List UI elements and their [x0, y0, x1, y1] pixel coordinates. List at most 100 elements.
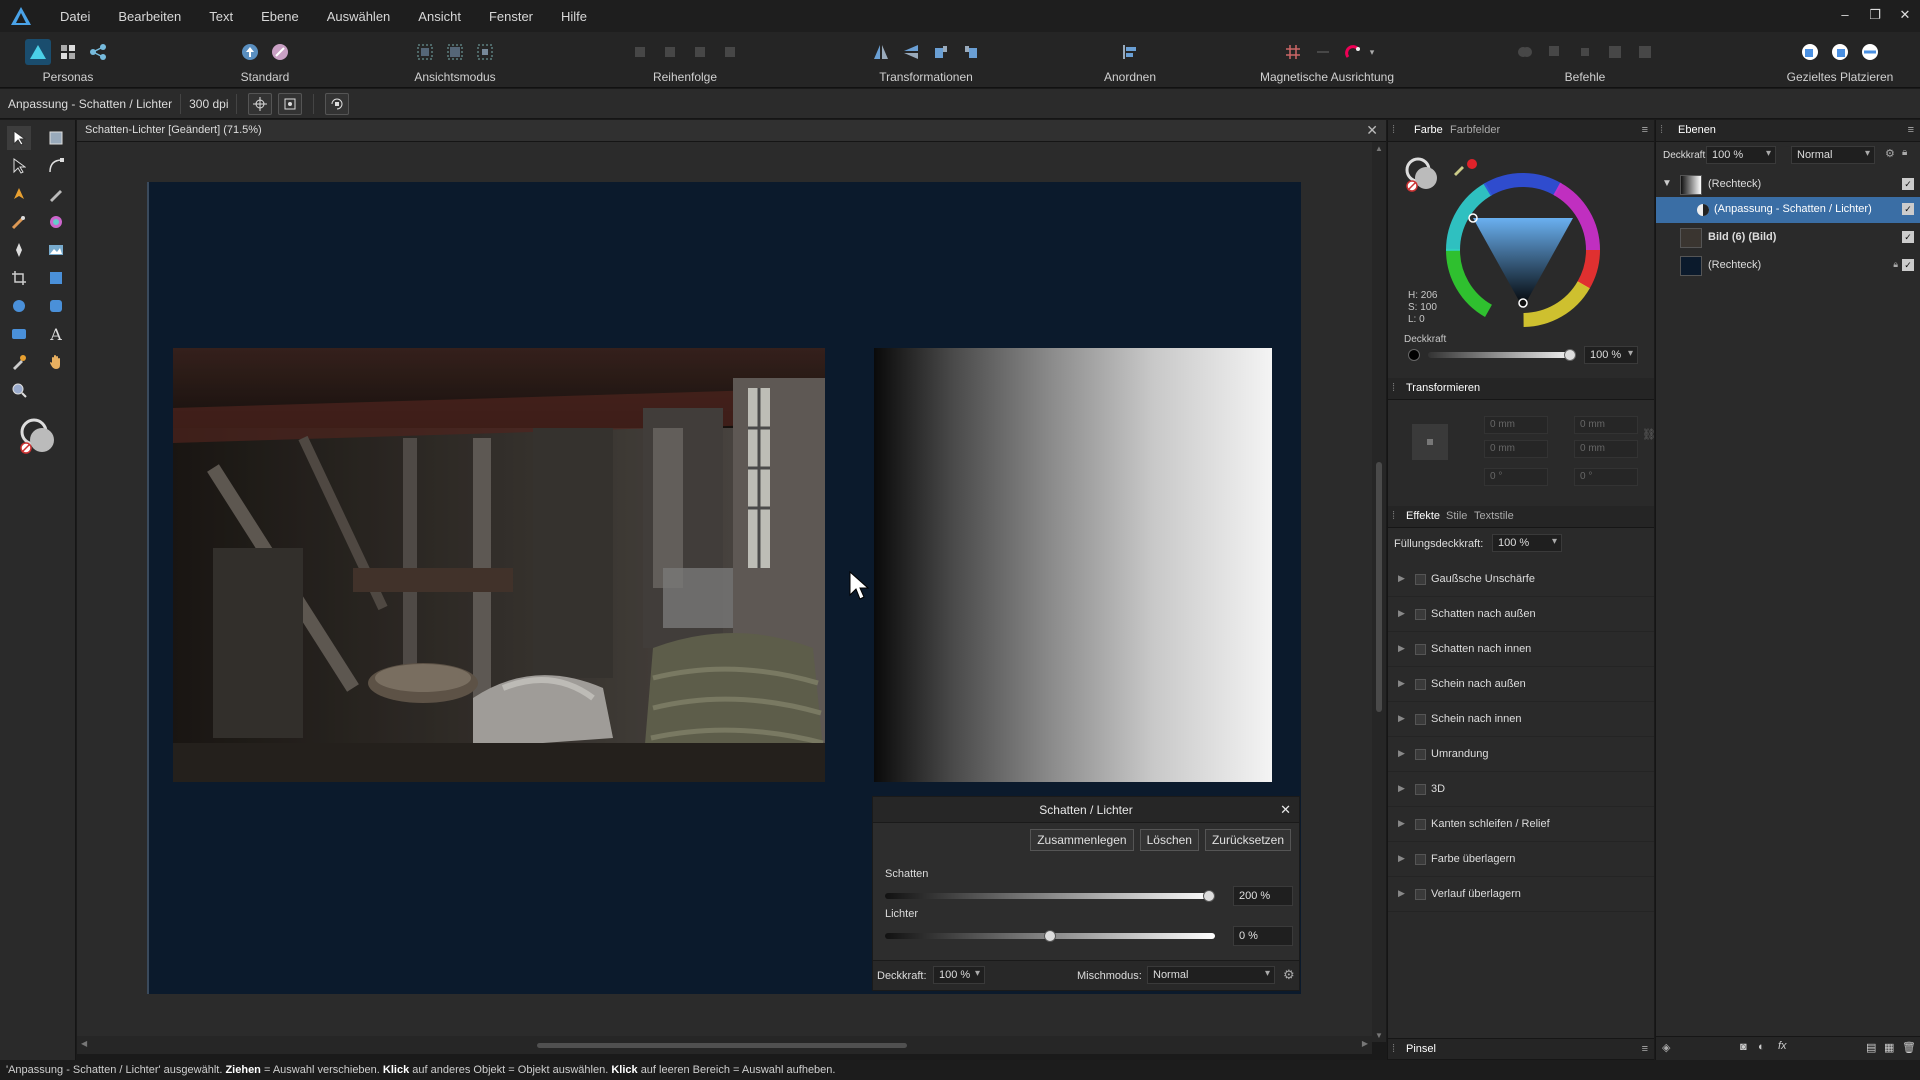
flip-vertical-icon[interactable]	[898, 39, 924, 65]
mill-interior-photo[interactable]	[173, 348, 825, 782]
merge-button[interactable]: Zusammenlegen	[1030, 829, 1134, 851]
boolean-divide-icon[interactable]	[1632, 39, 1658, 65]
menu-text[interactable]: Text	[195, 9, 247, 24]
place-image-tool-icon[interactable]	[44, 238, 68, 262]
effect-inner-shadow[interactable]: ▶ Schatten nach innen	[1388, 632, 1654, 667]
layer-visibility-checkbox[interactable]: ✓	[1902, 178, 1914, 190]
rounded-rectangle-tool-icon[interactable]	[44, 294, 68, 318]
scroll-right-icon[interactable]: ▶	[1362, 1039, 1368, 1048]
crop-tool-icon[interactable]	[7, 266, 31, 290]
layer-row[interactable]: (Rechteck) 🔒︎ ✓	[1656, 253, 1920, 279]
dialog-header[interactable]: Schatten / Lichter ✕	[873, 797, 1299, 823]
vertical-scroll-thumb[interactable]	[1376, 462, 1382, 712]
layers-panel-menu-icon[interactable]: ≡	[1908, 124, 1914, 136]
insert-top-icon[interactable]	[1857, 39, 1883, 65]
view-mode-clip-icon[interactable]	[472, 39, 498, 65]
effect-inner-glow[interactable]: ▶ Schein nach innen	[1388, 702, 1654, 737]
shadows-value-field[interactable]: 200 %	[1233, 886, 1293, 906]
effect-checkbox[interactable]	[1415, 819, 1426, 830]
color-opacity-slider[interactable]	[1428, 352, 1568, 358]
layer-visibility-checkbox[interactable]: ✓	[1902, 231, 1914, 243]
panel-grip-icon[interactable]: ⁞	[1392, 382, 1395, 394]
layer-lock-icon[interactable]: 🔒︎	[1902, 147, 1907, 158]
rectangle-tool-icon[interactable]	[44, 266, 68, 290]
anchor-point-icon[interactable]	[1410, 422, 1450, 462]
back-one-icon[interactable]	[627, 39, 653, 65]
boolean-add-icon[interactable]	[1512, 39, 1538, 65]
flip-horizontal-icon[interactable]	[868, 39, 894, 65]
color-wheel[interactable]	[1443, 170, 1603, 330]
effect-checkbox[interactable]	[1415, 574, 1426, 585]
snapping-options-icon[interactable]	[1310, 39, 1336, 65]
effect-color-overlay[interactable]: ▶ Farbe überlagern	[1388, 842, 1654, 877]
fill-opacity-field[interactable]: 100 %	[1492, 534, 1562, 552]
transform-w-field[interactable]: 0 mm	[1574, 416, 1638, 434]
delete-layer-icon[interactable]: 🗑︎	[1902, 1041, 1916, 1054]
menu-datei[interactable]: Datei	[46, 9, 104, 24]
vertical-scrollbar[interactable]: ▲ ▼	[1372, 142, 1386, 1042]
effect-checkbox[interactable]	[1415, 784, 1426, 795]
tab-swatches[interactable]: Farbfelder	[1450, 124, 1500, 136]
tab-effects[interactable]: Effekte	[1406, 510, 1440, 522]
view-mode-bleed-icon[interactable]	[442, 39, 468, 65]
move-origin-icon[interactable]	[248, 92, 273, 115]
text-tool-icon[interactable]: A	[44, 322, 68, 346]
color-picker-tool-icon[interactable]	[7, 350, 31, 374]
boolean-intersect-icon[interactable]	[1572, 39, 1598, 65]
color-swatch-black[interactable]	[1408, 349, 1420, 361]
blend-mode-select[interactable]: Normal	[1147, 966, 1275, 984]
transform-shear-field[interactable]: 0 °	[1574, 468, 1638, 486]
rotate-left-icon[interactable]	[928, 39, 954, 65]
move-tool-icon[interactable]	[7, 126, 31, 150]
menu-bearbeiten[interactable]: Bearbeiten	[104, 9, 195, 24]
fx-icon[interactable]: fx	[1778, 1040, 1787, 1052]
effect-checkbox[interactable]	[1415, 644, 1426, 655]
menu-fenster[interactable]: Fenster	[475, 9, 547, 24]
horizontal-scrollbar[interactable]: ◀ ▶	[77, 1036, 1372, 1054]
reset-button[interactable]: Zurücksetzen	[1204, 829, 1291, 851]
tab-styles[interactable]: Stile	[1446, 510, 1467, 522]
menu-auswaehlen[interactable]: Auswählen	[313, 9, 405, 24]
panel-grip-icon[interactable]: ⁞	[1660, 124, 1663, 136]
insert-inside-icon[interactable]	[1827, 39, 1853, 65]
effect-3d[interactable]: ▶ 3D	[1388, 772, 1654, 807]
menu-ansicht[interactable]: Ansicht	[404, 9, 475, 24]
effect-outer-shadow[interactable]: ▶ Schatten nach außen	[1388, 597, 1654, 632]
fill-tool-icon[interactable]	[44, 210, 68, 234]
brush-panel-menu-icon[interactable]: ≡	[1642, 1043, 1648, 1055]
scroll-up-icon[interactable]: ▲	[1375, 144, 1383, 153]
effect-outline[interactable]: ▶ Umrandung	[1388, 737, 1654, 772]
panel-grip-icon[interactable]: ⁞	[1392, 124, 1395, 136]
vector-brush-tool-icon[interactable]	[7, 210, 31, 234]
mask-layer-icon[interactable]: ◙	[1740, 1041, 1747, 1053]
highlights-slider-knob[interactable]	[1044, 930, 1056, 942]
color-opacity-field[interactable]: 100 %	[1584, 346, 1638, 364]
layer-row-selected[interactable]: (Anpassung - Schatten / Lichter) ✓	[1656, 197, 1920, 223]
effect-outer-glow[interactable]: ▶ Schein nach außen	[1388, 667, 1654, 702]
delete-button[interactable]: Löschen	[1139, 829, 1199, 851]
add-group-icon[interactable]: ▦	[1884, 1041, 1894, 1054]
snapping-dropdown-icon[interactable]: ▾	[1370, 47, 1375, 58]
menu-ebene[interactable]: Ebene	[247, 9, 313, 24]
fill-stroke-swatch-icon[interactable]	[18, 416, 58, 456]
boolean-xor-icon[interactable]	[1602, 39, 1628, 65]
link-proportions-icon[interactable]: ⛓	[1642, 428, 1656, 441]
horizontal-scroll-thumb[interactable]	[537, 1043, 907, 1048]
highlights-value-field[interactable]: 0 %	[1233, 926, 1293, 946]
effect-gaussian-blur[interactable]: ▶ Gaußsche Unschärfe	[1388, 562, 1654, 597]
layer-settings-gear-icon[interactable]: ⚙	[1885, 147, 1895, 160]
to-back-icon[interactable]	[687, 39, 713, 65]
brush-panel-title[interactable]: Pinsel	[1406, 1043, 1436, 1055]
shadows-slider[interactable]	[885, 893, 1215, 899]
gradient-rectangle[interactable]	[874, 348, 1272, 782]
panel-grip-icon[interactable]: ⁞	[1392, 1043, 1395, 1055]
pixel-persona-icon[interactable]	[55, 39, 81, 65]
scroll-left-icon[interactable]: ◀	[81, 1039, 87, 1048]
panel-grip-icon[interactable]: ⁞	[1392, 510, 1395, 522]
effect-checkbox[interactable]	[1415, 749, 1426, 760]
scroll-down-icon[interactable]: ▼	[1375, 1031, 1383, 1040]
snapshot-icon[interactable]	[267, 39, 293, 65]
transform-mode-icon[interactable]	[325, 92, 350, 115]
view-mode-normal-icon[interactable]	[412, 39, 438, 65]
dialog-settings-gear-icon[interactable]: ⚙	[1283, 967, 1295, 983]
